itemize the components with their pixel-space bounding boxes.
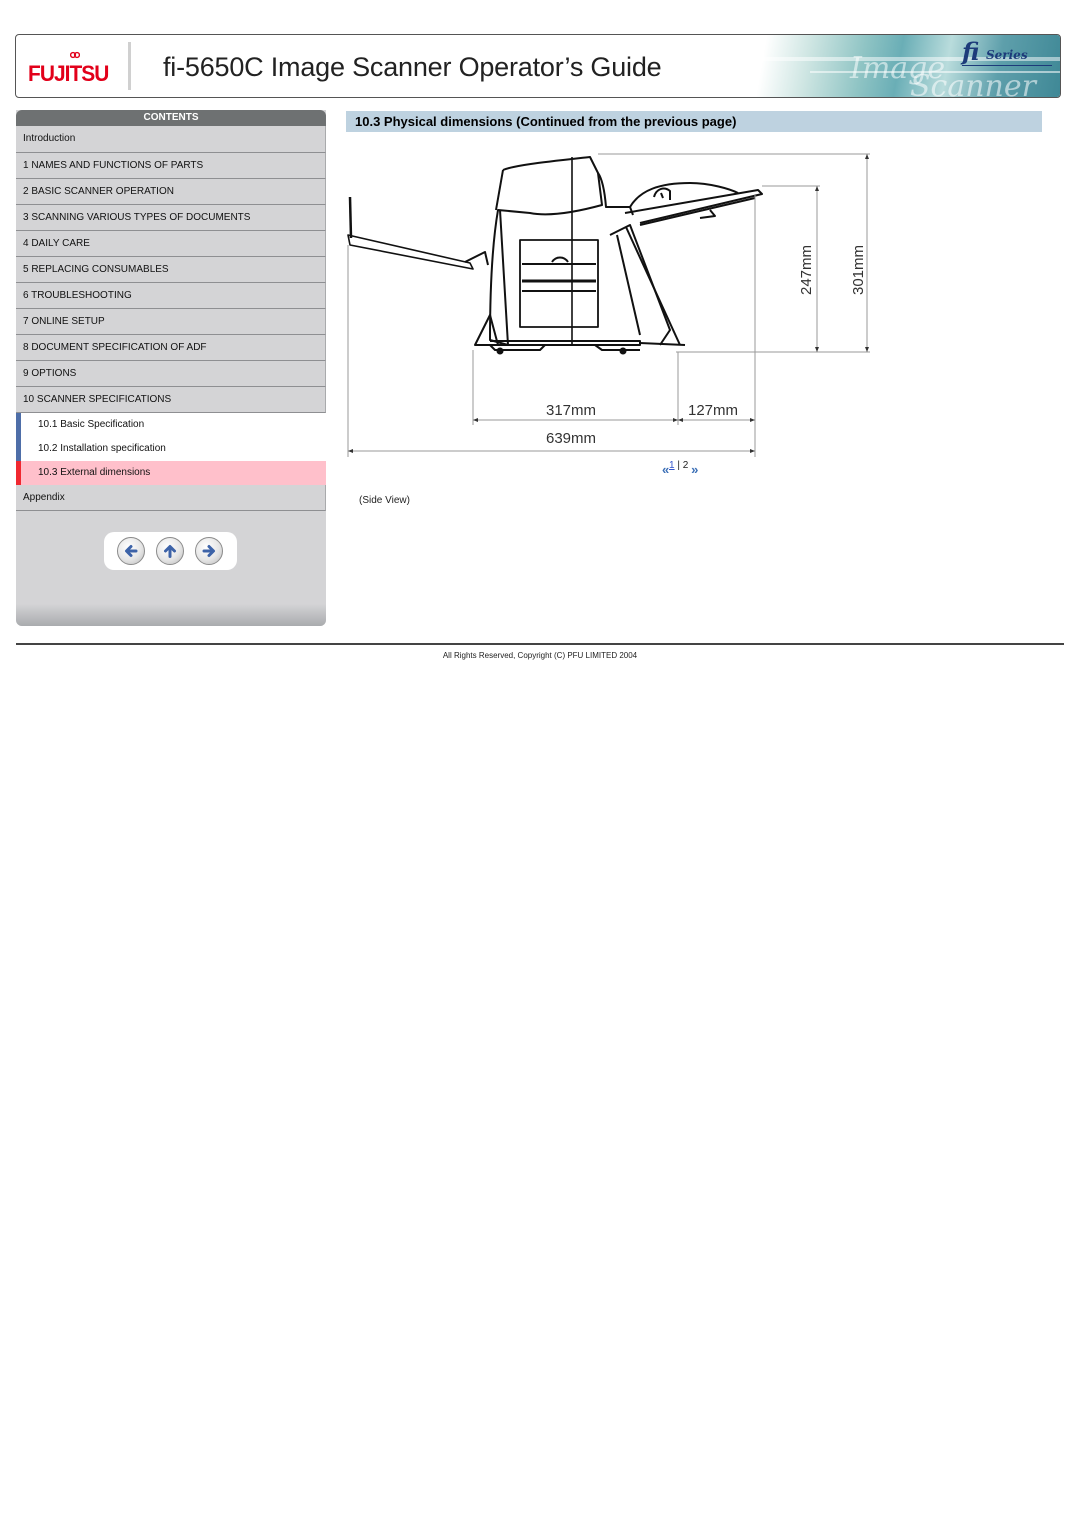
page-nav-buttons — [104, 532, 237, 570]
toc-item-scanning-documents[interactable]: 3 SCANNING VARIOUS TYPES OF DOCUMENTS — [16, 205, 326, 231]
fi-series-logo: fi — [962, 37, 980, 66]
section-heading: 10.3 Physical dimensions (Continued from… — [346, 111, 1042, 132]
toc-item-scanner-specifications[interactable]: 10 SCANNER SPECIFICATIONS — [16, 387, 326, 413]
toc-subitem-installation-specification[interactable]: 10.2 Installation specification — [16, 437, 326, 461]
double-chevron-right-icon[interactable]: » — [691, 462, 698, 477]
fujitsu-logo: FUJITSU — [28, 51, 118, 87]
toc-item-online-setup[interactable]: 7 ONLINE SETUP — [16, 309, 326, 335]
arrow-left-icon — [125, 545, 138, 557]
logo-text: FUJITSU — [28, 61, 109, 86]
toc-subitem-external-dimensions[interactable]: 10.3 External dimensions — [16, 461, 326, 485]
page-current: 2 — [682, 460, 689, 471]
page-pager: « 1 | 2 » — [662, 460, 699, 477]
toc-item-options[interactable]: 9 OPTIONS — [16, 361, 326, 387]
sidebar-toc: CONTENTS Introduction 1 NAMES AND FUNCTI… — [16, 110, 326, 626]
dimension-lines — [347, 153, 870, 457]
dim-label-height-body: 247mm — [798, 245, 815, 295]
double-chevron-left-icon[interactable]: « — [662, 462, 669, 477]
toc-item-appendix[interactable]: Appendix — [16, 485, 326, 511]
series-banner-art: Image Scanner fi Series — [700, 35, 1060, 97]
page-title: fi-5650C Image Scanner Operator’s Guide — [163, 52, 662, 82]
arrow-right-icon — [202, 545, 215, 557]
toc-item-basic-operation[interactable]: 2 BASIC SCANNER OPERATION — [16, 179, 326, 205]
side-view-dimension-drawing: 247mm 301mm 317mm 127mm 639mm — [347, 153, 870, 457]
sidebar-footer-gradient — [16, 604, 326, 626]
header-banner: FUJITSU fi-5650C Image Scanner Operator’… — [15, 34, 1061, 98]
dim-label-height-total: 301mm — [850, 245, 867, 295]
toc-item-document-specification[interactable]: 8 DOCUMENT SPECIFICATION OF ADF — [16, 335, 326, 361]
scanner-outline — [347, 156, 763, 355]
toc-item-introduction[interactable]: Introduction — [16, 126, 326, 153]
dim-label-depth-stacker: 127mm — [688, 402, 738, 419]
next-page-button[interactable] — [195, 537, 223, 565]
header-divider — [128, 42, 131, 90]
toc-item-daily-care[interactable]: 4 DAILY CARE — [16, 231, 326, 257]
page-separator: | — [677, 460, 680, 471]
top-of-page-button[interactable] — [156, 537, 184, 565]
footer-divider — [16, 643, 1064, 645]
figure-caption: (Side View) — [359, 495, 410, 506]
toc-item-troubleshooting[interactable]: 6 TROUBLESHOOTING — [16, 283, 326, 309]
contents-header: CONTENTS — [16, 110, 326, 126]
toc-item-names-and-functions[interactable]: 1 NAMES AND FUNCTIONS OF PARTS — [16, 153, 326, 179]
copyright-text: All Rights Reserved, Copyright (C) PFU L… — [442, 651, 638, 660]
toc-subitem-basic-specification[interactable]: 10.1 Basic Specification — [16, 413, 326, 437]
arrow-up-icon — [164, 545, 176, 558]
previous-page-button[interactable] — [117, 537, 145, 565]
dim-label-depth-base: 317mm — [546, 402, 596, 419]
toc-item-replacing-consumables[interactable]: 5 REPLACING CONSUMABLES — [16, 257, 326, 283]
series-label: Series — [986, 48, 1028, 62]
fujitsu-infinity-icon — [70, 51, 80, 59]
page-link-1[interactable]: 1 — [669, 460, 675, 471]
dim-label-depth-total: 639mm — [546, 430, 596, 447]
